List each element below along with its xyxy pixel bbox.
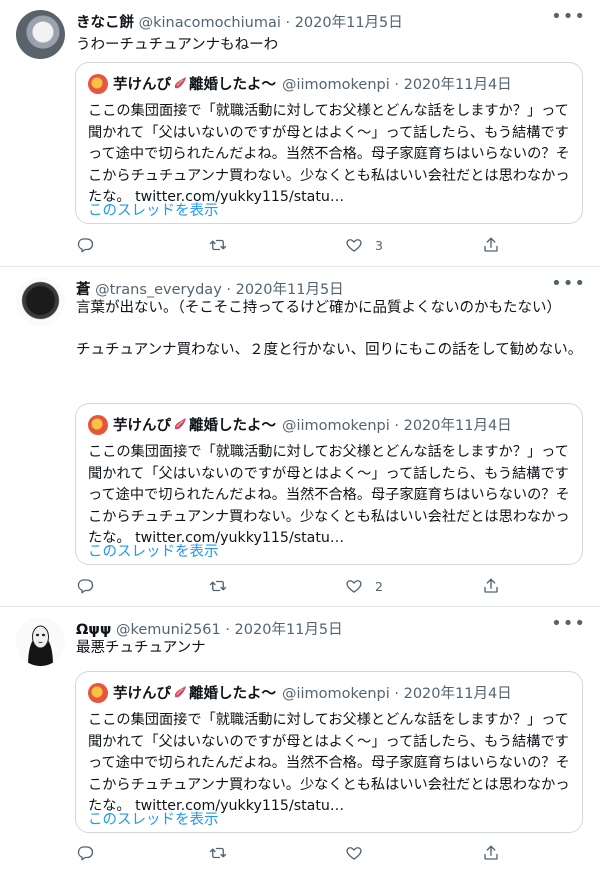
- like-button[interactable]: [345, 844, 375, 862]
- retweet-icon: [209, 847, 227, 859]
- reply-button[interactable]: [76, 577, 94, 595]
- show-thread-link[interactable]: このスレッドを表示: [88, 808, 219, 829]
- masked-figure-avatar-image: [16, 617, 65, 666]
- reply-button[interactable]: [76, 844, 94, 862]
- show-thread-link[interactable]: このスレッドを表示: [88, 540, 219, 561]
- share-button[interactable]: [482, 844, 500, 862]
- quoted-tweet-header: 芋けんぴ 離婚したよ〜 @iimomokenpi · 2020年11月4日: [88, 682, 512, 703]
- tweet-text: 言葉が出ない。（そこそこ持ってるけど確かに品質よくないのかもたない） チュチュア…: [76, 300, 583, 358]
- retweet-icon: [209, 239, 227, 251]
- quoted-avatar: [88, 414, 108, 435]
- show-thread-link[interactable]: このスレッドを表示: [88, 199, 219, 220]
- sweet-potato-emoji-icon: [174, 77, 186, 89]
- quoted-handle: @iimomokenpi · 2020年11月4日: [282, 77, 512, 93]
- more-icon[interactable]: •••: [551, 275, 586, 293]
- quoted-handle: @iimomokenpi · 2020年11月4日: [282, 418, 512, 434]
- user-handle[interactable]: @kinacomochiumai: [139, 15, 281, 31]
- more-icon[interactable]: •••: [551, 615, 586, 633]
- quoted-tweet-header: 芋けんぴ 離婚したよ〜 @iimomokenpi · 2020年11月4日: [88, 414, 512, 435]
- quoted-display-name: 芋けんぴ 離婚したよ〜: [113, 77, 276, 93]
- action-bar: 2: [76, 577, 516, 599]
- timestamp[interactable]: 2020年11月5日: [295, 15, 403, 31]
- like-count: 3: [375, 237, 383, 253]
- action-bar: 3: [76, 236, 516, 258]
- like-button[interactable]: 3: [345, 236, 383, 254]
- share-icon: [484, 578, 498, 593]
- share-button[interactable]: [482, 236, 500, 254]
- quoted-text: ここの集団面接で「就職活動に対してお父様とどんな話をしますか？」って聞かれて「父…: [88, 444, 570, 546]
- quoted-text: ここの集団面接で「就職活動に対してお父様とどんな話をしますか？」って聞かれて「父…: [88, 712, 570, 814]
- sweet-potato-emoji-icon: [174, 686, 186, 698]
- tweet[interactable]: Ωψψ @kemuni2561 · 2020年11月5日 ••• 最悪チュチュア…: [0, 607, 600, 875]
- separator-dot: ·: [226, 282, 231, 298]
- display-name[interactable]: 蒼: [76, 282, 91, 298]
- retweet-button[interactable]: [209, 577, 227, 595]
- tweet-text: 最悪チュチュアンナ: [76, 640, 206, 656]
- share-button[interactable]: [482, 577, 500, 595]
- tweet-header: 蒼 @trans_everyday · 2020年11月5日: [76, 278, 344, 299]
- tweet[interactable]: きなこ餅 @kinacomochiumai · 2020年11月5日 ••• う…: [0, 0, 600, 267]
- quoted-handle: @iimomokenpi · 2020年11月4日: [282, 686, 512, 702]
- timestamp[interactable]: 2020年11月5日: [236, 282, 344, 298]
- tweet[interactable]: 蒼 @trans_everyday · 2020年11月5日 ••• 言葉が出な…: [0, 267, 600, 607]
- avatar[interactable]: [16, 617, 65, 666]
- quoted-tweet[interactable]: 芋けんぴ 離婚したよ〜 @iimomokenpi · 2020年11月4日 ここの…: [75, 62, 583, 224]
- quoted-tweet[interactable]: 芋けんぴ 離婚したよ〜 @iimomokenpi · 2020年11月4日 ここの…: [75, 671, 583, 833]
- user-handle[interactable]: @kemuni2561: [116, 622, 221, 638]
- separator-dot: ·: [285, 15, 291, 31]
- retweet-icon: [209, 580, 227, 592]
- display-name[interactable]: Ωψψ: [76, 622, 111, 638]
- quoted-text: ここの集団面接で「就職活動に対してお父様とどんな話をしますか？」って聞かれて「父…: [88, 103, 570, 205]
- reply-icon: [77, 238, 94, 253]
- more-icon[interactable]: •••: [551, 8, 586, 26]
- quoted-tweet[interactable]: 芋けんぴ 離婚したよ〜 @iimomokenpi · 2020年11月4日 ここの…: [75, 403, 583, 565]
- share-icon: [484, 237, 498, 252]
- avatar[interactable]: [16, 277, 65, 326]
- tweet-text: うわーチュチュアンナもねーわ: [76, 37, 279, 53]
- sweet-potato-emoji-icon: [174, 418, 186, 430]
- quoted-display-name: 芋けんぴ 離婚したよ〜: [113, 686, 276, 702]
- reply-button[interactable]: [76, 236, 94, 254]
- quoted-tweet-header: 芋けんぴ 離婚したよ〜 @iimomokenpi · 2020年11月4日: [88, 73, 512, 94]
- display-name[interactable]: きなこ餅: [76, 15, 134, 31]
- action-bar: [76, 844, 516, 866]
- heart-icon: [346, 847, 362, 860]
- tweet-header: Ωψψ @kemuni2561 · 2020年11月5日: [76, 618, 343, 639]
- like-button[interactable]: 2: [345, 577, 383, 595]
- heart-icon: [346, 239, 362, 252]
- tweet-header: きなこ餅 @kinacomochiumai · 2020年11月5日: [76, 11, 403, 32]
- share-icon: [484, 845, 498, 860]
- quoted-display-name: 芋けんぴ 離婚したよ〜: [113, 418, 276, 434]
- reply-icon: [77, 846, 94, 861]
- heart-icon: [346, 580, 362, 593]
- retweet-button[interactable]: [209, 236, 227, 254]
- timestamp[interactable]: 2020年11月5日: [235, 622, 343, 638]
- user-handle[interactable]: @trans_everyday: [95, 282, 222, 298]
- quoted-avatar: [88, 73, 108, 94]
- reply-icon: [77, 579, 94, 594]
- separator-dot: ·: [225, 622, 230, 638]
- retweet-button[interactable]: [209, 844, 227, 862]
- avatar[interactable]: [16, 10, 65, 59]
- like-count: 2: [375, 578, 383, 594]
- quoted-avatar: [88, 682, 108, 703]
